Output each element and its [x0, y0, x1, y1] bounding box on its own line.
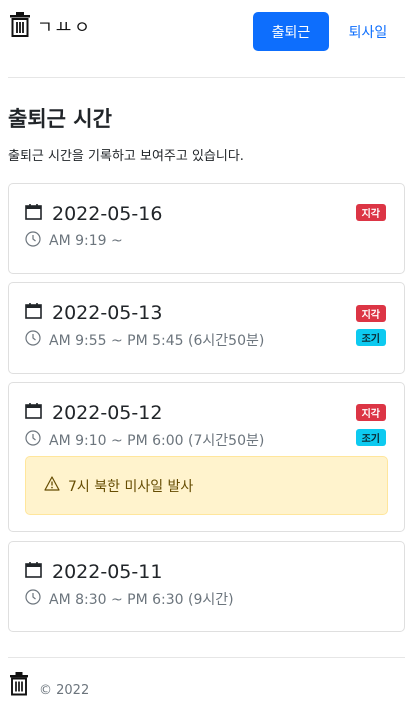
clock-icon: [25, 330, 49, 350]
footer-divider: [8, 657, 405, 658]
record-time: AM 9:19 ~: [49, 233, 123, 249]
clock-icon: [25, 231, 49, 251]
record-date: 2022-05-16: [52, 203, 163, 225]
page-title: 출퇴근 시간: [8, 107, 112, 131]
record-time: AM 9:10 ~ PM 6:00 (7시간50분): [49, 433, 265, 449]
logo[interactable]: ㄱㅛㅇ: [9, 12, 93, 38]
trash-icon: [9, 672, 29, 700]
late-badge: 지각: [355, 305, 386, 322]
calendar-icon: [25, 203, 52, 225]
trash-icon: [9, 12, 31, 38]
record-card: 2022-05-16 AM 9:19 ~ 지각: [8, 183, 405, 274]
late-badge: 지각: [355, 204, 386, 221]
header-divider: [8, 77, 405, 78]
record-date: 2022-05-13: [52, 302, 163, 324]
early-leave-badge: 조기: [355, 329, 386, 346]
clock-icon: [25, 589, 49, 609]
footer: © 2022: [9, 672, 89, 700]
record-time: AM 9:55 ~ PM 5:45 (6시간50분): [49, 333, 265, 349]
copyright-text: © 2022: [39, 683, 90, 698]
page-subtitle: 출퇴근 시간을 기록하고 보여주고 있습니다.: [8, 149, 244, 164]
calendar-icon: [25, 561, 52, 583]
clock-icon: [25, 430, 49, 450]
warning-icon: [44, 476, 68, 495]
record-date: 2022-05-11: [52, 561, 163, 583]
late-badge: 지각: [355, 404, 386, 421]
record-time: AM 8:30 ~ PM 6:30 (9시간): [49, 592, 234, 608]
record-date: 2022-05-12: [52, 402, 163, 424]
note-alert: 7시 북한 미사일 발사: [25, 456, 388, 515]
clock-out-link[interactable]: 퇴사일: [340, 12, 396, 51]
early-leave-badge: 조기: [355, 429, 386, 446]
app-header: ㄱㅛㅇ 출퇴근 퇴사일: [0, 0, 413, 78]
record-card: 2022-05-13 AM 9:55 ~ PM 5:45 (6시간50분) 지각…: [8, 282, 405, 374]
alert-text: 7시 북한 미사일 발사: [68, 478, 194, 495]
calendar-icon: [25, 402, 52, 424]
clock-in-button[interactable]: 출퇴근: [253, 12, 329, 51]
calendar-icon: [25, 302, 52, 324]
record-card: 2022-05-11 AM 8:30 ~ PM 6:30 (9시간): [8, 541, 405, 632]
record-card: 2022-05-12 AM 9:10 ~ PM 6:00 (7시간50분) 지각…: [8, 382, 405, 532]
logo-text: ㄱㅛㅇ: [37, 17, 93, 38]
